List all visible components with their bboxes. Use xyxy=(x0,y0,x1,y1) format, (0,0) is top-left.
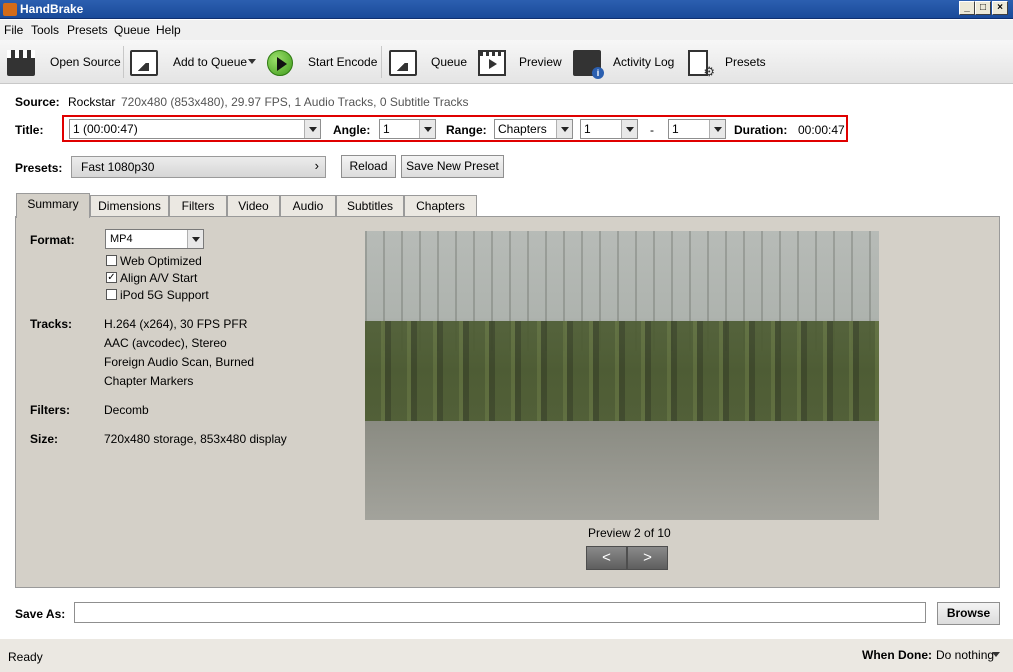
tracks-label: Tracks: xyxy=(30,317,73,331)
presets-label: Presets: xyxy=(15,161,63,175)
angle-select[interactable]: 1 xyxy=(379,119,436,139)
add-to-queue-dropdown-icon[interactable] xyxy=(248,59,256,64)
close-button[interactable]: × xyxy=(992,1,1008,15)
chevron-down-icon[interactable] xyxy=(709,120,725,138)
when-done-select[interactable]: Do nothing xyxy=(936,648,994,662)
menu-help[interactable]: Help xyxy=(156,23,181,37)
align-av-label: Align A/V Start xyxy=(120,271,198,285)
window-title: HandBrake xyxy=(20,2,84,16)
format-select-value: MP4 xyxy=(110,233,133,245)
range-select[interactable]: Chapters xyxy=(494,119,573,139)
add-to-queue-button[interactable]: Add to Queue xyxy=(173,55,247,69)
reload-button[interactable]: Reload xyxy=(341,155,396,178)
track-item: Chapter Markers xyxy=(104,374,194,388)
source-name: Rockstar xyxy=(68,95,116,109)
tab-subtitles[interactable]: Subtitles xyxy=(336,195,404,217)
source-label: Source: xyxy=(15,95,60,109)
web-optimized-label: Web Optimized xyxy=(120,254,202,268)
start-encode-button[interactable]: Start Encode xyxy=(308,55,377,69)
chevron-down-icon[interactable] xyxy=(992,652,1000,657)
open-source-button[interactable]: Open Source xyxy=(50,55,121,69)
tab-filters[interactable]: Filters xyxy=(169,195,227,217)
preview-icon[interactable] xyxy=(478,50,506,76)
range-separator: - xyxy=(650,123,654,137)
open-source-icon[interactable] xyxy=(7,50,35,76)
presets-button[interactable]: Presets xyxy=(725,55,766,69)
size-value: 720x480 storage, 853x480 display xyxy=(104,432,287,446)
range-end-select[interactable]: 1 xyxy=(668,119,726,139)
toolbar-separator xyxy=(123,46,124,78)
format-select[interactable]: MP4 xyxy=(105,229,204,249)
ipod-checkbox[interactable] xyxy=(106,289,117,300)
angle-select-value: 1 xyxy=(383,122,390,136)
format-label: Format: xyxy=(30,233,75,247)
start-encode-icon[interactable] xyxy=(267,50,293,76)
title-select-value: 1 (00:00:47) xyxy=(73,122,138,136)
ipod-label: iPod 5G Support xyxy=(120,288,209,302)
chevron-down-icon[interactable] xyxy=(304,120,320,138)
title-select[interactable]: 1 (00:00:47) xyxy=(69,119,321,139)
tab-video[interactable]: Video xyxy=(227,195,280,217)
status-text: Ready xyxy=(8,650,43,664)
chevron-down-icon[interactable] xyxy=(621,120,637,138)
browse-button[interactable]: Browse xyxy=(937,602,1000,625)
tab-audio[interactable]: Audio xyxy=(280,195,336,217)
filters-label: Filters: xyxy=(30,403,71,417)
preview-caption: Preview 2 of 10 xyxy=(588,526,671,540)
track-item: H.264 (x264), 30 FPS PFR xyxy=(104,317,248,331)
when-done-label: When Done: xyxy=(862,648,932,662)
menu-file[interactable]: File xyxy=(4,23,23,37)
duration-value: 00:00:47 xyxy=(798,123,845,137)
save-as-input[interactable] xyxy=(74,602,926,623)
queue-icon[interactable] xyxy=(389,50,417,76)
preset-select[interactable]: Fast 1080p30 xyxy=(71,156,326,178)
range-start-select[interactable]: 1 xyxy=(580,119,638,139)
range-select-value: Chapters xyxy=(498,122,547,136)
menu-queue[interactable]: Queue xyxy=(114,23,150,37)
chevron-down-icon[interactable] xyxy=(556,120,572,138)
chevron-down-icon[interactable] xyxy=(419,120,435,138)
preview-next-button[interactable]: > xyxy=(627,546,668,570)
preview-image xyxy=(365,231,879,520)
range-start-value: 1 xyxy=(584,122,591,136)
tab-chapters[interactable]: Chapters xyxy=(404,195,477,217)
toolbar-separator xyxy=(381,46,382,78)
minimize-button[interactable]: _ xyxy=(959,1,975,15)
maximize-button[interactable]: □ xyxy=(975,1,991,15)
chevron-down-icon[interactable] xyxy=(187,230,203,248)
preview-ground xyxy=(365,421,879,520)
handbrake-app-icon xyxy=(3,3,17,16)
menu-bar xyxy=(0,20,1013,40)
save-as-label: Save As: xyxy=(15,607,66,621)
menu-presets[interactable]: Presets xyxy=(67,23,108,37)
preview-button[interactable]: Preview xyxy=(519,55,562,69)
range-label: Range: xyxy=(446,123,487,137)
tab-dimensions[interactable]: Dimensions xyxy=(90,195,169,217)
add-to-queue-icon[interactable] xyxy=(130,50,158,76)
align-av-checkbox[interactable]: ✓ xyxy=(106,272,117,283)
preview-prev-button[interactable]: < xyxy=(586,546,627,570)
save-new-preset-button[interactable]: Save New Preset xyxy=(401,155,504,178)
track-item: Foreign Audio Scan, Burned xyxy=(104,355,255,369)
activity-log-button[interactable]: Activity Log xyxy=(613,55,674,69)
filters-value: Decomb xyxy=(104,403,149,417)
presets-icon[interactable] xyxy=(688,50,715,80)
queue-button[interactable]: Queue xyxy=(431,55,467,69)
duration-label: Duration: xyxy=(734,123,788,137)
tab-summary[interactable]: Summary xyxy=(16,193,90,218)
size-label: Size: xyxy=(30,432,59,446)
range-end-value: 1 xyxy=(672,122,679,136)
angle-label: Angle: xyxy=(333,123,371,137)
web-optimized-checkbox[interactable] xyxy=(106,255,117,266)
title-label: Title: xyxy=(15,123,44,137)
source-info: 720x480 (853x480), 29.97 FPS, 1 Audio Tr… xyxy=(121,95,469,109)
preview-soldiers xyxy=(365,321,879,431)
activity-log-icon[interactable] xyxy=(573,50,604,79)
menu-tools[interactable]: Tools xyxy=(31,23,59,37)
preset-select-value: Fast 1080p30 xyxy=(81,160,155,174)
track-item: AAC (avcodec), Stereo xyxy=(104,336,227,350)
window-titlebar xyxy=(0,0,1013,19)
